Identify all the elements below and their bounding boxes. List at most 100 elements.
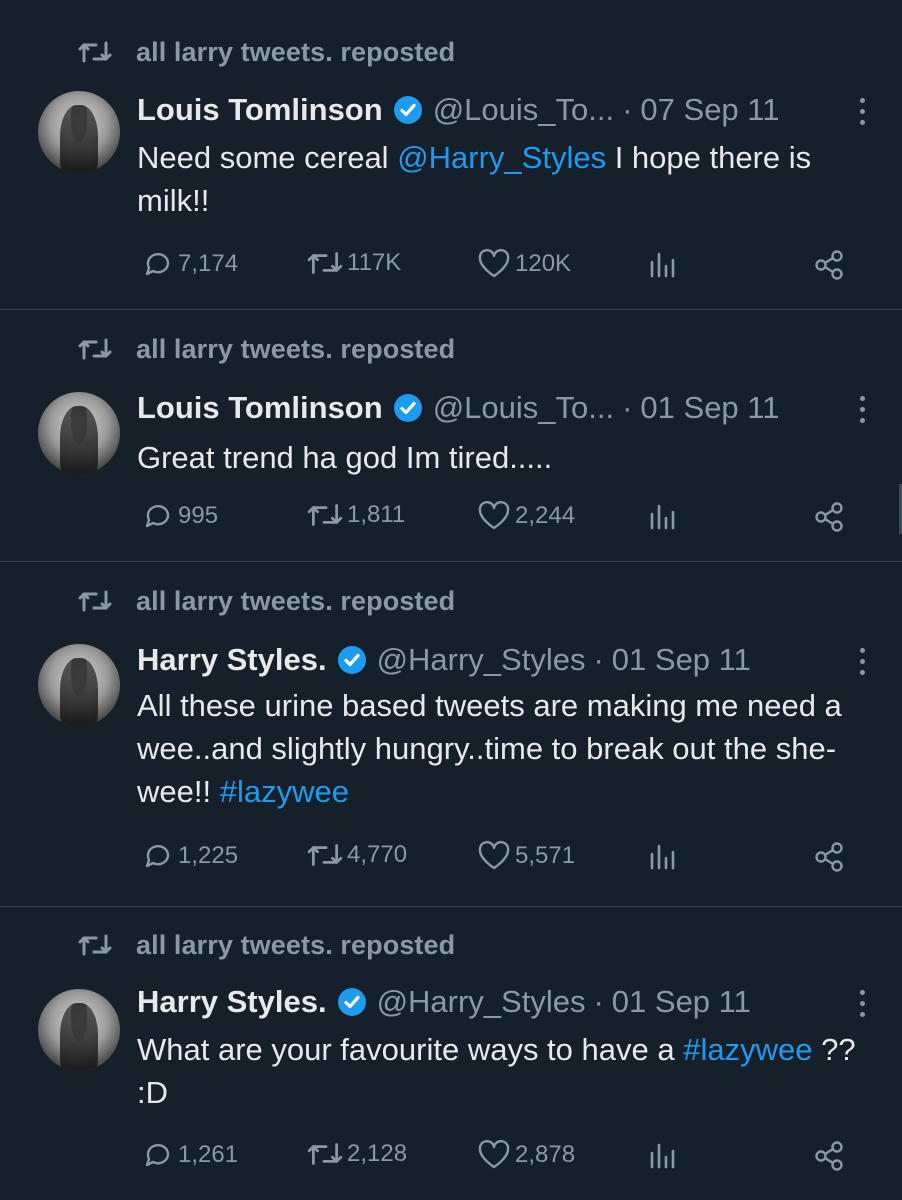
tweet-text: All these urine based tweets are making … xyxy=(137,684,877,813)
tweet-header: Louis Tomlinson @Louis_To... · 01 Sep 11 xyxy=(137,388,779,428)
share-button[interactable] xyxy=(812,1139,850,1173)
mention-link[interactable]: @Harry_Styles xyxy=(397,140,606,175)
repost-count: 117K xyxy=(347,249,402,276)
verified-badge-icon xyxy=(393,96,422,124)
separator-dot: · xyxy=(593,984,604,1019)
share-button[interactable] xyxy=(812,500,850,534)
share-icon xyxy=(815,250,843,280)
repost-context: all larry tweets. reposted xyxy=(78,34,455,70)
tweet-header: Louis Tomlinson @Louis_To... · 07 Sep 11 xyxy=(137,90,779,130)
author-handle[interactable]: @Louis_To... xyxy=(433,92,614,128)
views-icon xyxy=(650,252,675,278)
repost-count: 4,770 xyxy=(347,841,408,868)
repost-icon xyxy=(307,1143,343,1165)
like-icon xyxy=(478,1139,510,1169)
repost-label: all larry tweets. reposted xyxy=(136,929,456,960)
views-icon xyxy=(650,1143,675,1169)
avatar[interactable] xyxy=(38,392,120,474)
reply-button[interactable]: 7,174 xyxy=(142,248,238,280)
like-count: 2,878 xyxy=(515,1141,576,1168)
verified-badge-icon xyxy=(337,988,366,1016)
share-icon xyxy=(815,1141,843,1171)
views-button[interactable] xyxy=(648,248,680,280)
author-handle[interactable]: @Harry_Styles xyxy=(377,984,586,1020)
like-count: 2,244 xyxy=(515,502,576,529)
views-button[interactable] xyxy=(648,840,680,872)
tweet-actions: 1,261 2,128 2,878 xyxy=(142,1139,862,1179)
reply-icon xyxy=(145,845,170,868)
repost-button[interactable]: 117K xyxy=(307,248,401,278)
like-count: 5,571 xyxy=(515,842,576,869)
share-icon xyxy=(815,502,843,532)
tweet-actions: 995 1,811 2,244 xyxy=(142,500,862,540)
author-name[interactable]: Harry Styles. xyxy=(137,984,327,1020)
tweet[interactable]: all larry tweets. reposted Harry Styles.… xyxy=(0,907,902,1200)
repost-label: all larry tweets. reposted xyxy=(136,585,456,616)
tweet[interactable]: all larry tweets. reposted Louis Tomlins… xyxy=(0,0,902,309)
separator-dot: · xyxy=(622,390,633,425)
reply-count: 1,261 xyxy=(178,1141,239,1168)
avatar[interactable] xyxy=(38,644,120,726)
reply-button[interactable]: 995 xyxy=(142,500,218,532)
repost-count: 1,811 xyxy=(347,501,406,528)
more-options-icon[interactable] xyxy=(858,990,866,1020)
tweet-header: Harry Styles. @Harry_Styles · 01 Sep 11 xyxy=(137,640,751,680)
text-part: What are your favourite ways to have a xyxy=(137,1032,684,1067)
repost-count: 2,128 xyxy=(347,1140,408,1167)
avatar[interactable] xyxy=(38,91,120,173)
tweet-date[interactable]: 01 Sep 11 xyxy=(612,642,751,678)
tweet-text: Great trend ha god Im tired..... xyxy=(137,436,877,479)
repost-icon xyxy=(307,252,343,274)
tweet-date[interactable]: 01 Sep 11 xyxy=(640,390,779,426)
verified-badge-icon xyxy=(337,646,366,674)
like-icon xyxy=(478,840,510,870)
repost-icon xyxy=(78,41,112,63)
views-button[interactable] xyxy=(648,500,680,532)
like-icon xyxy=(478,248,510,278)
hashtag-link[interactable]: #lazywee xyxy=(683,1032,812,1067)
reply-count: 7,174 xyxy=(178,250,239,277)
more-options-icon[interactable] xyxy=(858,648,866,678)
share-button[interactable] xyxy=(812,248,850,282)
repost-icon xyxy=(307,504,343,526)
repost-icon xyxy=(78,590,112,612)
like-button[interactable]: 2,244 xyxy=(477,500,575,532)
repost-button[interactable]: 4,770 xyxy=(307,840,407,870)
reply-button[interactable]: 1,261 xyxy=(142,1139,238,1171)
like-button[interactable]: 5,571 xyxy=(477,840,575,872)
views-button[interactable] xyxy=(648,1139,680,1171)
reply-button[interactable]: 1,225 xyxy=(142,840,238,872)
author-name[interactable]: Louis Tomlinson xyxy=(137,92,383,128)
views-icon xyxy=(650,844,675,870)
author-name[interactable]: Harry Styles. xyxy=(137,642,327,678)
tweet-date[interactable]: 07 Sep 11 xyxy=(640,92,779,128)
repost-context: all larry tweets. reposted xyxy=(78,583,455,619)
like-button[interactable]: 120K xyxy=(477,248,571,280)
avatar[interactable] xyxy=(38,989,120,1071)
tweet[interactable]: all larry tweets. reposted Harry Styles.… xyxy=(0,562,902,906)
like-button[interactable]: 2,878 xyxy=(477,1139,575,1171)
text-part: Need some cereal xyxy=(137,140,398,175)
tweet-actions: 7,174 117K 120K xyxy=(142,248,862,288)
tweet[interactable]: all larry tweets. reposted Louis Tomlins… xyxy=(0,310,902,560)
repost-button[interactable]: 1,811 xyxy=(307,500,405,530)
more-options-icon[interactable] xyxy=(858,396,866,426)
share-button[interactable] xyxy=(812,840,850,874)
tweet-text: Need some cereal @Harry_Styles I hope th… xyxy=(137,136,877,222)
author-handle[interactable]: @Louis_To... xyxy=(433,390,614,426)
hashtag-link[interactable]: #lazywee xyxy=(220,774,349,809)
author-name[interactable]: Louis Tomlinson xyxy=(137,390,383,426)
reply-count: 995 xyxy=(178,502,219,529)
more-options-icon[interactable] xyxy=(858,98,866,128)
reply-icon xyxy=(145,253,170,276)
reply-icon xyxy=(145,1144,170,1167)
repost-button[interactable]: 2,128 xyxy=(307,1139,407,1169)
share-icon xyxy=(815,842,843,872)
reply-count: 1,225 xyxy=(178,842,239,869)
repost-icon xyxy=(78,338,112,360)
separator-dot: · xyxy=(593,642,604,677)
author-handle[interactable]: @Harry_Styles xyxy=(377,642,586,678)
tweet-date[interactable]: 01 Sep 11 xyxy=(612,984,751,1020)
tweet-text: What are your favourite ways to have a #… xyxy=(137,1028,877,1114)
tweet-actions: 1,225 4,770 5,571 xyxy=(142,840,862,880)
